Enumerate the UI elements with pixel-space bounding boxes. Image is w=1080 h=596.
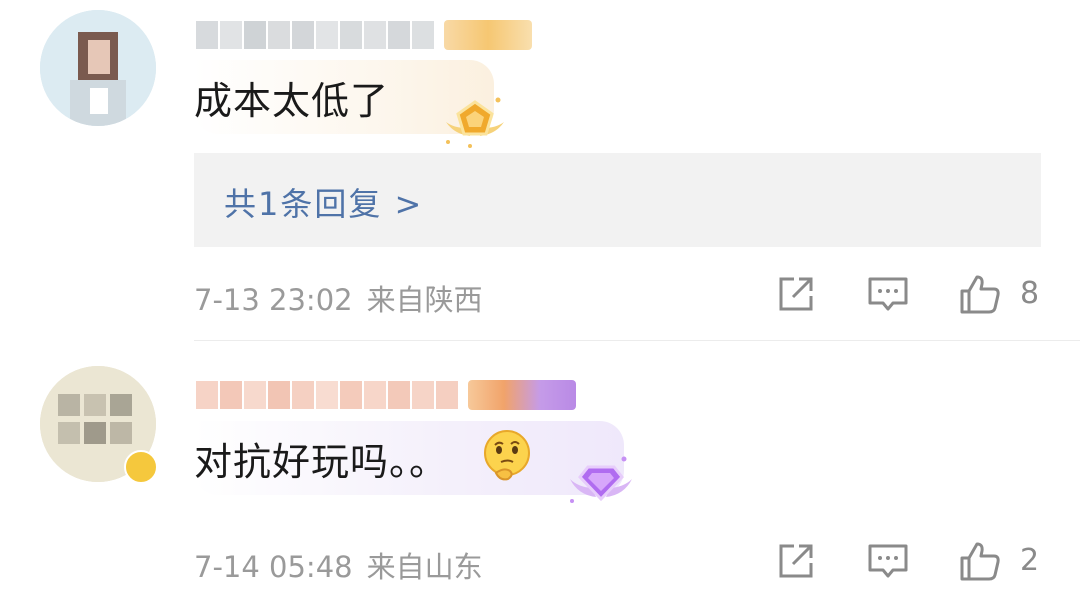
comment-time: 7-14 05:48 [194, 550, 353, 584]
comment-item: 对抗好玩吗。。 7-14 05:48 来自山东 2 [0, 341, 1080, 596]
thinking-emoji-icon [484, 430, 530, 481]
verified-badge-icon [124, 450, 158, 484]
like-count: 8 [1020, 276, 1040, 311]
avatar[interactable] [40, 10, 156, 126]
purple-fan-badge-icon [570, 456, 632, 503]
comment-time: 7-13 23:02 [194, 283, 353, 317]
like-icon[interactable] [958, 539, 1002, 583]
gold-fan-badge-icon [446, 97, 504, 148]
user-level-badge [468, 380, 576, 410]
comment-text: 成本太低了 [194, 78, 390, 123]
username-blurred[interactable] [196, 376, 576, 414]
comment-text: 对抗好玩吗。。 [194, 439, 449, 484]
comment-meta: 7-14 05:48 来自山东 [194, 544, 483, 586]
like-count: 2 [1020, 543, 1040, 578]
username-blurred[interactable] [196, 16, 532, 54]
like-icon[interactable] [958, 272, 1002, 316]
comment-location: 来自山东 [366, 550, 483, 584]
comment-icon[interactable] [866, 272, 910, 316]
share-icon[interactable] [774, 539, 818, 583]
reply-summary-box[interactable]: 共1条回复 > [194, 153, 1041, 247]
comment-bubble[interactable]: 对抗好玩吗。。 [194, 421, 624, 495]
reply-count-link[interactable]: 共1条回复 > [224, 179, 423, 225]
comment-item: 成本太低了 共1条回复 > 7-13 23:02 来自陕西 8 [0, 0, 1080, 340]
comment-icon[interactable] [866, 539, 910, 583]
comment-meta: 7-13 23:02 来自陕西 [194, 277, 483, 319]
share-icon[interactable] [774, 272, 818, 316]
user-level-badge [444, 20, 532, 50]
comment-location: 来自陕西 [366, 283, 483, 317]
